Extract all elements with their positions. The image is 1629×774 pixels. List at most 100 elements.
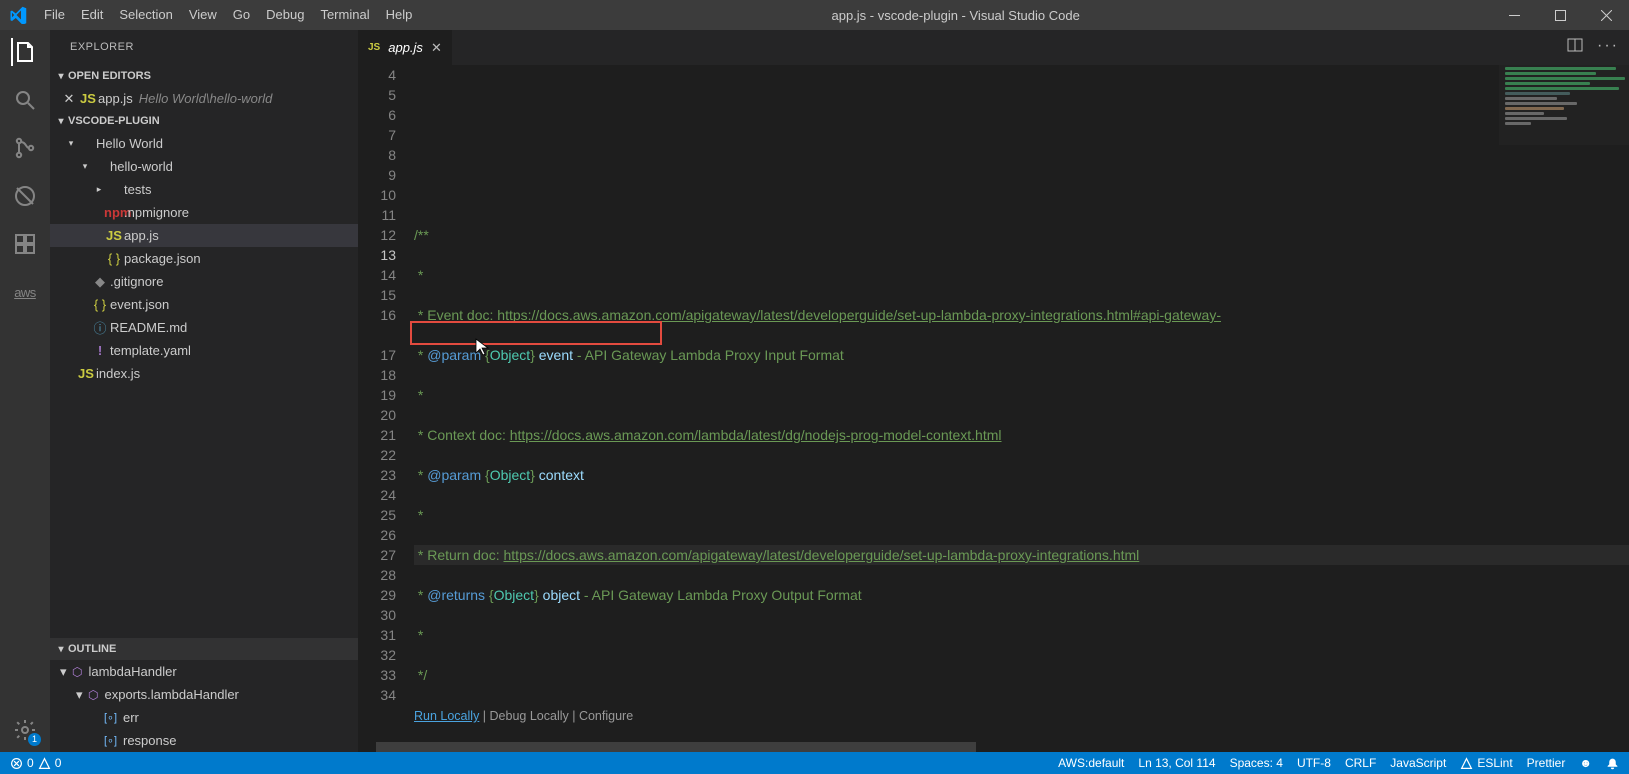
activity-explorer-icon[interactable] [11, 38, 39, 66]
activity-settings-icon[interactable]: 1 [11, 716, 39, 744]
status-feedback-icon[interactable]: ☻ [1579, 756, 1592, 770]
tree-item-label: README.md [110, 320, 187, 335]
tab-filename: app.js [388, 40, 423, 55]
tree-item-label: index.js [96, 366, 140, 381]
menu-file[interactable]: File [36, 0, 73, 30]
outline-item[interactable]: ▾⬡ exports.lambdaHandler [50, 683, 358, 706]
status-encoding[interactable]: UTF-8 [1297, 756, 1331, 770]
outline-item-label: response [123, 733, 176, 748]
status-prettier[interactable]: Prettier [1527, 756, 1566, 770]
variable-icon: [∘] [104, 711, 117, 724]
status-bar: 0 0 AWS:default Ln 13, Col 114 Spaces: 4… [0, 752, 1629, 774]
tree-item[interactable]: { }package.json [50, 247, 358, 270]
cube-icon: ⬡ [88, 688, 98, 702]
codelens-debug-locally[interactable]: Debug Locally [490, 709, 569, 723]
code-content[interactable]: /** * * Event doc: https://docs.aws.amaz… [414, 65, 1629, 742]
file-tree: ▾ Hello World ▾ hello-world ▸testsnpm.npmign… [50, 132, 358, 638]
menu-selection[interactable]: Selection [111, 0, 180, 30]
menu-help[interactable]: Help [378, 0, 421, 30]
title-bar: File Edit Selection View Go Debug Termin… [0, 0, 1629, 30]
chevron-down-icon: ▾ [54, 644, 68, 655]
window-close-button[interactable] [1583, 0, 1629, 30]
outline-item-label: lambdaHandler [88, 664, 176, 679]
tree-item[interactable]: ◆.gitignore [50, 270, 358, 293]
window-minimize-button[interactable] [1491, 0, 1537, 30]
outline-item[interactable]: ▾⬡lambdaHandler [50, 660, 358, 683]
status-eslint[interactable]: ESLint [1460, 756, 1512, 770]
status-bell-icon[interactable] [1606, 757, 1619, 770]
activity-search-icon[interactable] [11, 86, 39, 114]
activity-bar: aws 1 [0, 30, 50, 752]
activity-debug-icon[interactable] [11, 182, 39, 210]
vscode-logo [0, 6, 36, 24]
workspace-label: VSCODE-PLUGIN [68, 115, 160, 127]
variable-icon: [∘] [104, 734, 117, 747]
tab-app-js[interactable]: JS app.js ✕ [358, 30, 452, 65]
code-editor[interactable]: 45678910111213141516 1718192021222324252… [358, 65, 1629, 742]
editor-tabs: JS app.js ✕ ··· [358, 30, 1629, 65]
outline-item[interactable]: [∘] response [50, 729, 358, 752]
tree-item[interactable]: !template.yaml [50, 339, 358, 362]
outline-tree: ▾⬡lambdaHandler▾⬡exports.lambdaHandler[∘… [50, 660, 358, 752]
tree-item-label: package.json [124, 251, 201, 266]
minimap[interactable] [1499, 65, 1629, 145]
menu-edit[interactable]: Edit [73, 0, 111, 30]
settings-badge: 1 [28, 733, 41, 746]
activity-extensions-icon[interactable] [11, 230, 39, 258]
status-language[interactable]: JavaScript [1390, 756, 1446, 770]
outline-item-label: exports.lambdaHandler [104, 687, 238, 702]
codelens-configure[interactable]: Configure [579, 709, 633, 723]
window-maximize-button[interactable] [1537, 0, 1583, 30]
js-file-icon: JS [368, 42, 380, 53]
split-editor-icon[interactable] [1567, 37, 1583, 58]
tree-item-label: .gitignore [110, 274, 163, 289]
tree-item-label: app.js [124, 228, 159, 243]
menu-terminal[interactable]: Terminal [312, 0, 377, 30]
tree-item[interactable]: ▾ hello-world [50, 155, 358, 178]
tree-item[interactable]: JSapp.js [50, 224, 358, 247]
outline-header[interactable]: ▾ OUTLINE [50, 638, 358, 660]
chevron-icon: ▸ [94, 184, 104, 195]
menu-debug[interactable]: Debug [258, 0, 312, 30]
status-spaces[interactable]: Spaces: 4 [1230, 756, 1283, 770]
cube-icon: ⬡ [72, 665, 82, 679]
open-editors-header[interactable]: ▾ OPEN EDITORS [50, 65, 358, 87]
tree-item[interactable]: { }event.json [50, 293, 358, 316]
chevron-icon: ▾ [76, 687, 88, 703]
open-editors-label: OPEN EDITORS [68, 70, 151, 82]
status-problems[interactable]: 0 0 [10, 756, 61, 770]
tree-item[interactable]: JSindex.js [50, 362, 358, 385]
activity-scm-icon[interactable] [11, 134, 39, 162]
status-aws[interactable]: AWS:default [1058, 756, 1124, 770]
menu-view[interactable]: View [181, 0, 225, 30]
chevron-down-icon: ▾ [54, 116, 68, 127]
tree-item[interactable]: ⓘREADME.md [50, 316, 358, 339]
horizontal-scrollbar[interactable] [358, 742, 1629, 752]
tree-item-label: hello-world [110, 159, 173, 174]
close-icon[interactable]: ✕ [431, 40, 442, 56]
menu-bar: File Edit Selection View Go Debug Termin… [36, 0, 420, 30]
codelens-row: Run Locally | Debug Locally | Configure [414, 705, 1629, 725]
tree-item[interactable]: ▸tests [50, 178, 358, 201]
tree-item-label: Hello World [96, 136, 163, 151]
close-icon[interactable]: ✕ [60, 91, 78, 107]
status-eol[interactable]: CRLF [1345, 756, 1376, 770]
open-editor-item[interactable]: ✕ JS app.js Hello World\hello-world [50, 87, 358, 110]
workspace-header[interactable]: ▾ VSCODE-PLUGIN [50, 110, 358, 132]
chevron-icon: ▾ [66, 138, 76, 149]
window-title: app.js - vscode-plugin - Visual Studio C… [420, 8, 1491, 23]
status-cursor[interactable]: Ln 13, Col 114 [1138, 756, 1215, 770]
chevron-icon: ▾ [80, 161, 90, 172]
more-icon[interactable]: ··· [1597, 37, 1619, 58]
line-gutter: 45678910111213141516 1718192021222324252… [358, 65, 414, 742]
menu-go[interactable]: Go [225, 0, 258, 30]
activity-aws-icon[interactable]: aws [11, 278, 39, 306]
explorer-sidebar: EXPLORER ▾ OPEN EDITORS ✕ JS app.js Hell… [50, 30, 358, 752]
codelens-run-locally[interactable]: Run Locally [414, 709, 479, 723]
editor-group: JS app.js ✕ ··· 45678910111213141516 171… [358, 30, 1629, 752]
tree-item[interactable]: npm.npmignore [50, 201, 358, 224]
open-editor-path: Hello World\hello-world [139, 91, 273, 106]
tree-item[interactable]: ▾ Hello World [50, 132, 358, 155]
outline-item[interactable]: [∘]err [50, 706, 358, 729]
explorer-title: EXPLORER [50, 30, 358, 65]
